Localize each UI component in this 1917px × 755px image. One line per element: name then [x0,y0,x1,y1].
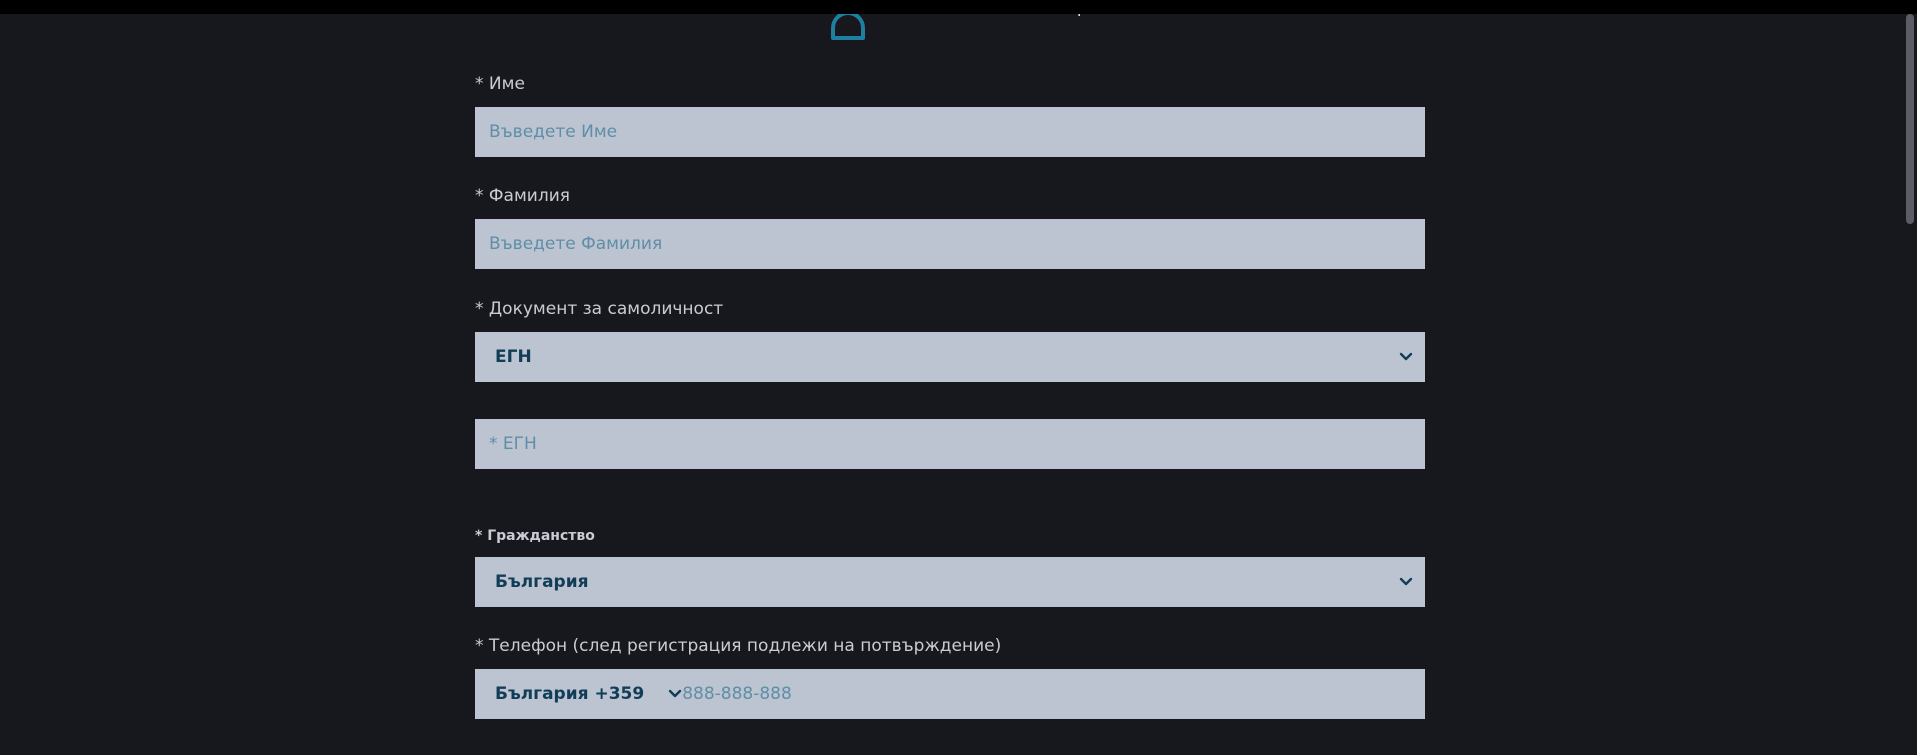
phone-country-code-value: България +359 [495,684,645,704]
citizenship-label: * Гражданство [475,528,595,544]
first-name-label: * Име [475,74,525,94]
citizenship-selected-value: България [495,572,589,592]
page-scrollbar-thumb[interactable] [1906,14,1914,224]
chevron-down-icon [668,689,682,698]
id-document-select[interactable]: ЕГН [475,332,1425,382]
first-name-input[interactable] [475,107,1425,157]
last-name-field-wrapper [475,219,1425,269]
egn-input[interactable] [475,419,1425,469]
first-name-field-wrapper [475,107,1425,157]
last-name-label: * Фамилия [475,186,570,206]
id-document-label: * Документ за самоличност [475,299,724,319]
chevron-down-icon [1399,577,1413,586]
chevron-down-icon [1399,352,1413,361]
egn-field-wrapper [475,419,1425,469]
phone-field-wrapper: България +359 [475,669,1425,719]
id-document-selected-value: ЕГН [495,347,532,367]
browser-top-bar [0,0,1917,14]
phone-label: * Телефон (след регистрация подлежи на п… [475,636,1002,656]
last-name-input[interactable] [475,219,1425,269]
phone-number-input[interactable] [682,669,1425,719]
citizenship-select[interactable]: България [475,557,1425,607]
phone-country-code-select[interactable]: България +359 [475,669,682,719]
